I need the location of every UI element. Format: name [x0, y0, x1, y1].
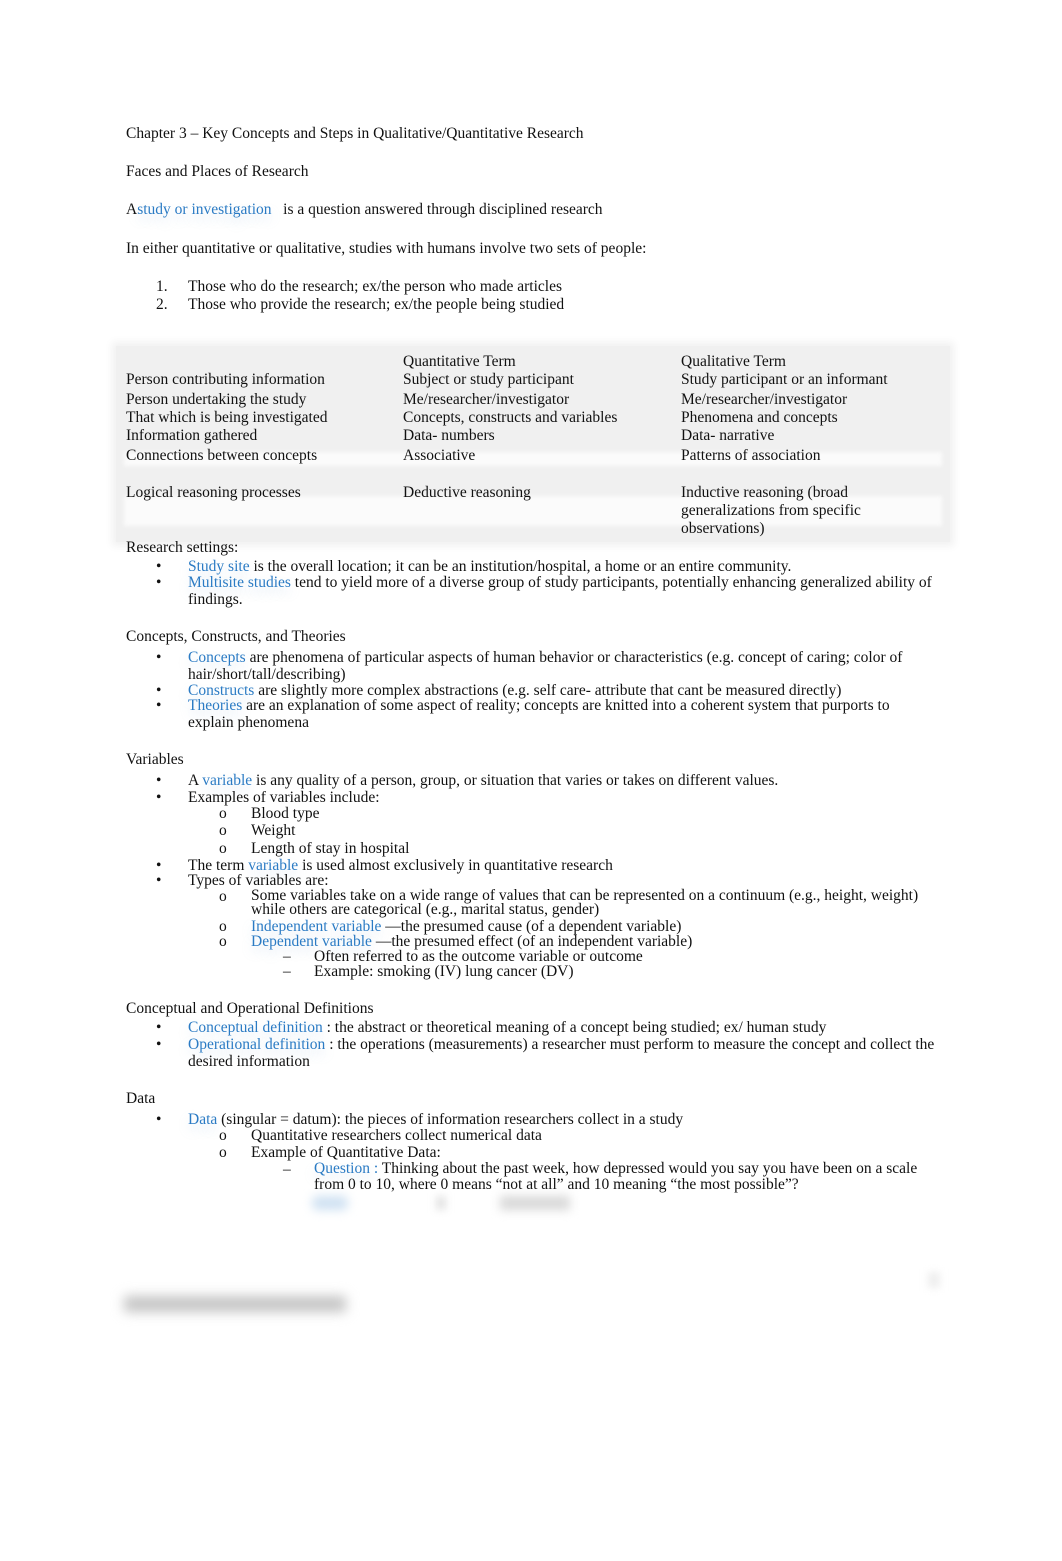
blurred-text [312, 1196, 348, 1210]
blurred-text [500, 1196, 570, 1210]
blurred-page-number [928, 1272, 940, 1288]
intro-prefix: A [126, 201, 138, 218]
sub-list-item-text: Quantitative researchers collect numeric… [251, 1127, 542, 1144]
circle-bullet-icon: o [219, 933, 227, 950]
table-cell: Inductive reasoning (broad [681, 484, 848, 501]
table-cell: Connections between concepts [126, 447, 318, 464]
list-item-text: (singular = datum): the pieces of inform… [217, 1111, 684, 1128]
list-number: 2. [156, 296, 168, 313]
table-cell: Deductive reasoning [403, 484, 531, 501]
table-cell: Associative [403, 447, 476, 464]
table-cell: Concepts, constructs and variables [403, 409, 618, 426]
table-header-qualitative: Qualitative Term [681, 353, 786, 370]
term-multisite-studies: Multisite studies [188, 574, 291, 591]
sub-list-item-text: Length of stay in hospital [251, 840, 410, 857]
term-study-site: Study site [188, 558, 250, 575]
list-item-text: Examples of variables include: [188, 789, 380, 806]
term-conceptual-definition: Conceptual definition [188, 1019, 323, 1036]
circle-bullet-icon: o [219, 1144, 227, 1161]
table-cell: observations) [681, 520, 765, 537]
circle-bullet-icon: o [219, 822, 227, 839]
bullet-icon: • [156, 872, 162, 889]
sub-list-item-text: Example of Quantitative Data: [251, 1144, 441, 1161]
table-header-quantitative: Quantitative Term [403, 353, 516, 370]
list-item-text: : the abstract or theoretical meaning of… [322, 1019, 827, 1036]
section-heading-variables: Variables [126, 751, 184, 768]
table-cell: Person undertaking the study [126, 391, 307, 408]
people-intro: In either quantitative or qualitative, s… [126, 240, 647, 257]
table-cell: generalizations from specific [681, 502, 861, 519]
section-heading-data: Data [126, 1090, 156, 1107]
circle-bullet-icon: o [219, 888, 227, 905]
circle-bullet-icon: o [219, 840, 227, 857]
intro-sentence: Astudy or investigation is a question an… [126, 201, 603, 218]
table-cell: Patterns of association [681, 447, 821, 464]
table-cell: Logical reasoning processes [126, 484, 301, 501]
term-operational-definition: Operational definition [188, 1036, 326, 1053]
bullet-icon: • [156, 697, 162, 714]
section-heading-faces: Faces and Places of Research [126, 163, 309, 180]
intro-rest: is a question answered through disciplin… [283, 201, 603, 218]
dash-list-item-text: Thinking about the past week, how depres… [314, 1160, 918, 1193]
bullet-icon: • [156, 772, 162, 789]
list-item-text: tend to yield more of a diverse group of… [188, 574, 932, 608]
list-item-text: is the overall location; it can be an in… [249, 558, 792, 575]
dash-bullet-icon: – [283, 1161, 291, 1178]
table-cell: Data- narrative [681, 427, 775, 444]
sub-list-item-text: Weight [251, 822, 296, 839]
table-cell: Me/researcher/investigator [403, 391, 570, 408]
list-number: 1. [156, 278, 168, 295]
table-cell: Subject or study participant [403, 371, 574, 388]
list-item-text: A [188, 772, 203, 789]
table-cell: Data- numbers [403, 427, 495, 444]
list-item: Those who provide the research; ex/the p… [188, 296, 565, 313]
bullet-icon: • [156, 789, 162, 806]
circle-bullet-icon: o [219, 805, 227, 822]
term-study-or-investigation: study or investigation [137, 201, 272, 218]
term-question: Question : [314, 1160, 379, 1177]
term-theories: Theories [188, 697, 243, 714]
table-cell: Phenomena and concepts [681, 409, 838, 426]
list-item-text: are an explanation of some aspect of rea… [188, 697, 890, 731]
bullet-icon: • [156, 1019, 162, 1036]
sub-list-item-text: Blood type [251, 805, 320, 822]
circle-bullet-icon: o [219, 1127, 227, 1144]
term-data: Data [188, 1111, 218, 1128]
table-cell: Me/researcher/investigator [681, 391, 848, 408]
bullet-icon: • [156, 574, 162, 591]
table-cell: Study participant or an informant [681, 371, 888, 388]
page-title: Chapter 3 – Key Concepts and Steps in Qu… [126, 125, 584, 142]
bullet-icon: • [156, 649, 162, 666]
blurred-text [436, 1196, 446, 1210]
sub-list-item-text: Some variables take on a wide range of v… [251, 887, 919, 918]
term-concepts: Concepts [188, 649, 246, 666]
bullet-icon: • [156, 1036, 162, 1053]
table-cell: That which is being investigated [126, 409, 328, 426]
section-heading-concepts: Concepts, Constructs, and Theories [126, 628, 346, 645]
dash-list-item-text: Example: smoking (IV) lung cancer (DV) [314, 963, 574, 980]
table-cell: Information gathered [126, 427, 258, 444]
list-item: Those who do the research; ex/the person… [188, 278, 563, 295]
section-heading-research-settings: Research settings: [126, 539, 239, 556]
table-cell: Person contributing information [126, 371, 325, 388]
term-variable: variable [202, 772, 253, 789]
bullet-icon: • [156, 558, 162, 575]
dash-bullet-icon: – [283, 963, 291, 980]
section-heading-definitions: Conceptual and Operational Definitions [126, 1000, 374, 1017]
list-item-text: are phenomena of particular aspects of h… [188, 649, 903, 683]
bullet-icon: • [156, 1111, 162, 1128]
blurred-footer [124, 1296, 346, 1312]
list-item-text: is any quality of a person, group, or si… [252, 772, 779, 789]
